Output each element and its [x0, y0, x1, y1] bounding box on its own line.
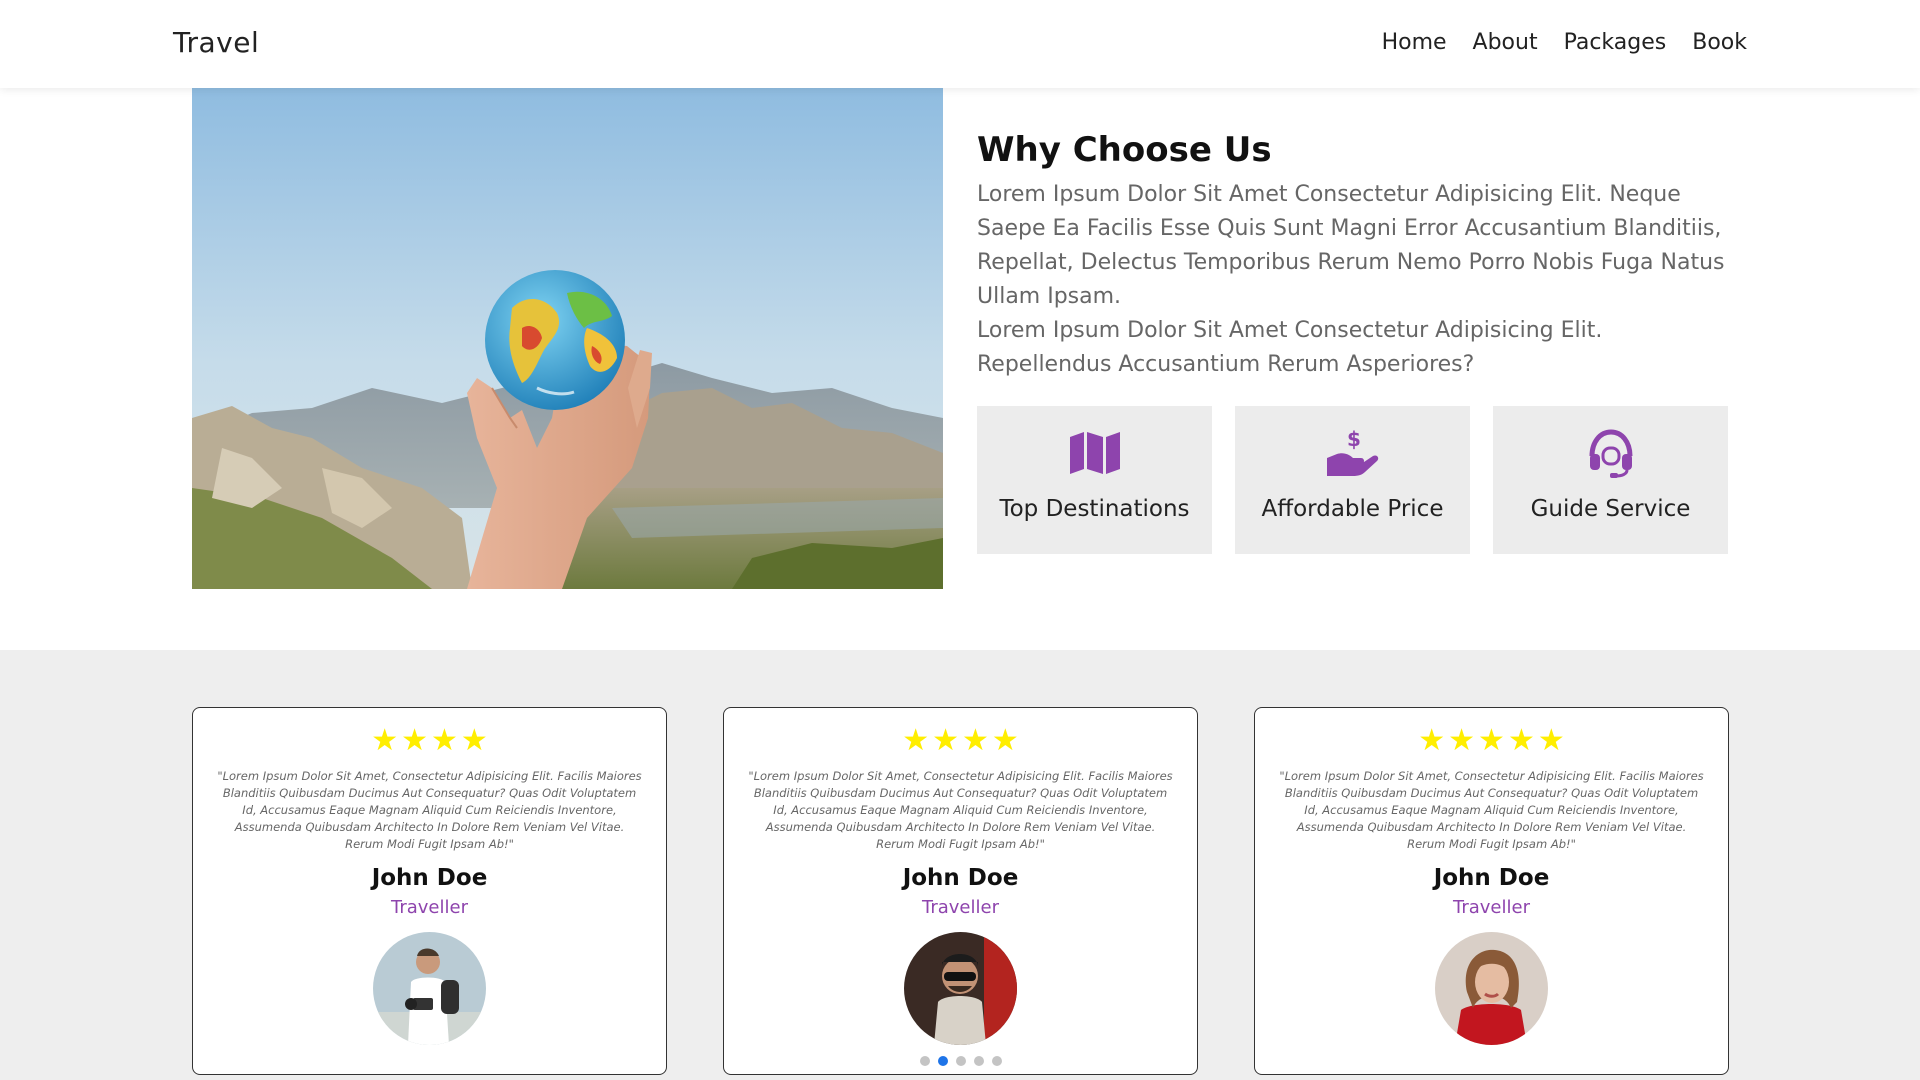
feature-label: Top Destinations — [999, 496, 1190, 522]
feature-label: Affordable Price — [1261, 496, 1444, 522]
avatar — [373, 932, 486, 1045]
headset-icon — [1583, 428, 1639, 478]
star-icon: ★ — [1478, 723, 1505, 758]
nav-home-link[interactable]: Home — [1382, 30, 1447, 55]
star-icon: ★ — [991, 723, 1019, 758]
testimonial-card: ★ ★ ★ ★ ★ "Lorem Ipsum Dolor Sit Amet, C… — [1254, 707, 1729, 1075]
testimonial-role: Traveller — [922, 897, 999, 918]
globe-hand-illustration — [192, 88, 943, 589]
pagination-dot[interactable] — [991, 1056, 1002, 1066]
star-icon: ★ — [902, 723, 930, 758]
feature-top-destinations[interactable]: Top Destinations — [977, 406, 1212, 554]
nav-book-link[interactable]: Book — [1692, 30, 1747, 55]
testimonial-name: John Doe — [902, 865, 1019, 891]
star-icon: ★ — [932, 723, 959, 758]
testimonial-role: Traveller — [391, 897, 468, 918]
site-header: Travel Home About Packages Book — [0, 0, 1920, 88]
star-icon: ★ — [1418, 723, 1446, 758]
pagination-dot[interactable] — [919, 1056, 930, 1066]
pagination-dot[interactable] — [973, 1056, 984, 1066]
hand-dollar-icon: $ — [1325, 428, 1381, 478]
why-paragraph-2: Lorem Ipsum Dolor Sit Amet Consectetur A… — [977, 318, 1603, 377]
svg-text:$: $ — [1347, 428, 1361, 451]
nav-about-link[interactable]: About — [1473, 30, 1538, 55]
star-rating: ★ ★ ★ ★ — [746, 726, 1175, 756]
star-icon: ★ — [962, 723, 989, 758]
why-choose-us-section: Why Choose Us Lorem Ipsum Dolor Sit Amet… — [977, 130, 1737, 382]
star-icon: ★ — [1448, 723, 1476, 758]
avatar — [1435, 932, 1548, 1045]
star-rating: ★ ★ ★ ★ — [215, 726, 644, 756]
star-icon: ★ — [1537, 723, 1565, 758]
feature-boxes: Top Destinations $ Affordable Price Guid… — [977, 406, 1728, 554]
feature-guide-service[interactable]: Guide Service — [1493, 406, 1728, 554]
nav-packages-link[interactable]: Packages — [1564, 30, 1667, 55]
star-rating: ★ ★ ★ ★ ★ — [1277, 726, 1706, 756]
star-icon: ★ — [1507, 723, 1535, 758]
star-icon: ★ — [431, 723, 458, 758]
why-title: Why Choose Us — [977, 130, 1272, 170]
main-nav: Home About Packages Book — [1382, 30, 1747, 55]
feature-affordable-price[interactable]: $ Affordable Price — [1235, 406, 1470, 554]
pagination-dot[interactable] — [955, 1056, 966, 1066]
map-icon — [1067, 428, 1123, 478]
avatar — [904, 932, 1017, 1045]
testimonials-section: ★ ★ ★ ★ "Lorem Ipsum Dolor Sit Amet, Con… — [0, 650, 1920, 1080]
star-icon: ★ — [401, 723, 428, 758]
testimonial-name: John Doe — [1433, 865, 1550, 891]
star-icon: ★ — [371, 723, 399, 758]
feature-label: Guide Service — [1530, 496, 1691, 522]
hero-globe-image — [192, 88, 943, 589]
testimonial-role: Traveller — [1453, 897, 1530, 918]
testimonial-card: ★ ★ ★ ★ "Lorem Ipsum Dolor Sit Amet, Con… — [723, 707, 1198, 1075]
carousel-pagination — [919, 1056, 1002, 1066]
testimonial-quote: "Lorem Ipsum Dolor Sit Amet, Consectetur… — [748, 769, 1173, 851]
testimonial-card: ★ ★ ★ ★ "Lorem Ipsum Dolor Sit Amet, Con… — [192, 707, 667, 1075]
pagination-dot-active[interactable] — [937, 1056, 948, 1066]
star-icon: ★ — [460, 723, 488, 758]
site-logo[interactable]: Travel — [173, 26, 259, 59]
testimonial-quote: "Lorem Ipsum Dolor Sit Amet, Consectetur… — [1279, 769, 1704, 851]
why-paragraph-1: Lorem Ipsum Dolor Sit Amet Consectetur A… — [977, 182, 1725, 309]
testimonial-name: John Doe — [371, 865, 488, 891]
testimonial-quote: "Lorem Ipsum Dolor Sit Amet, Consectetur… — [217, 769, 642, 851]
